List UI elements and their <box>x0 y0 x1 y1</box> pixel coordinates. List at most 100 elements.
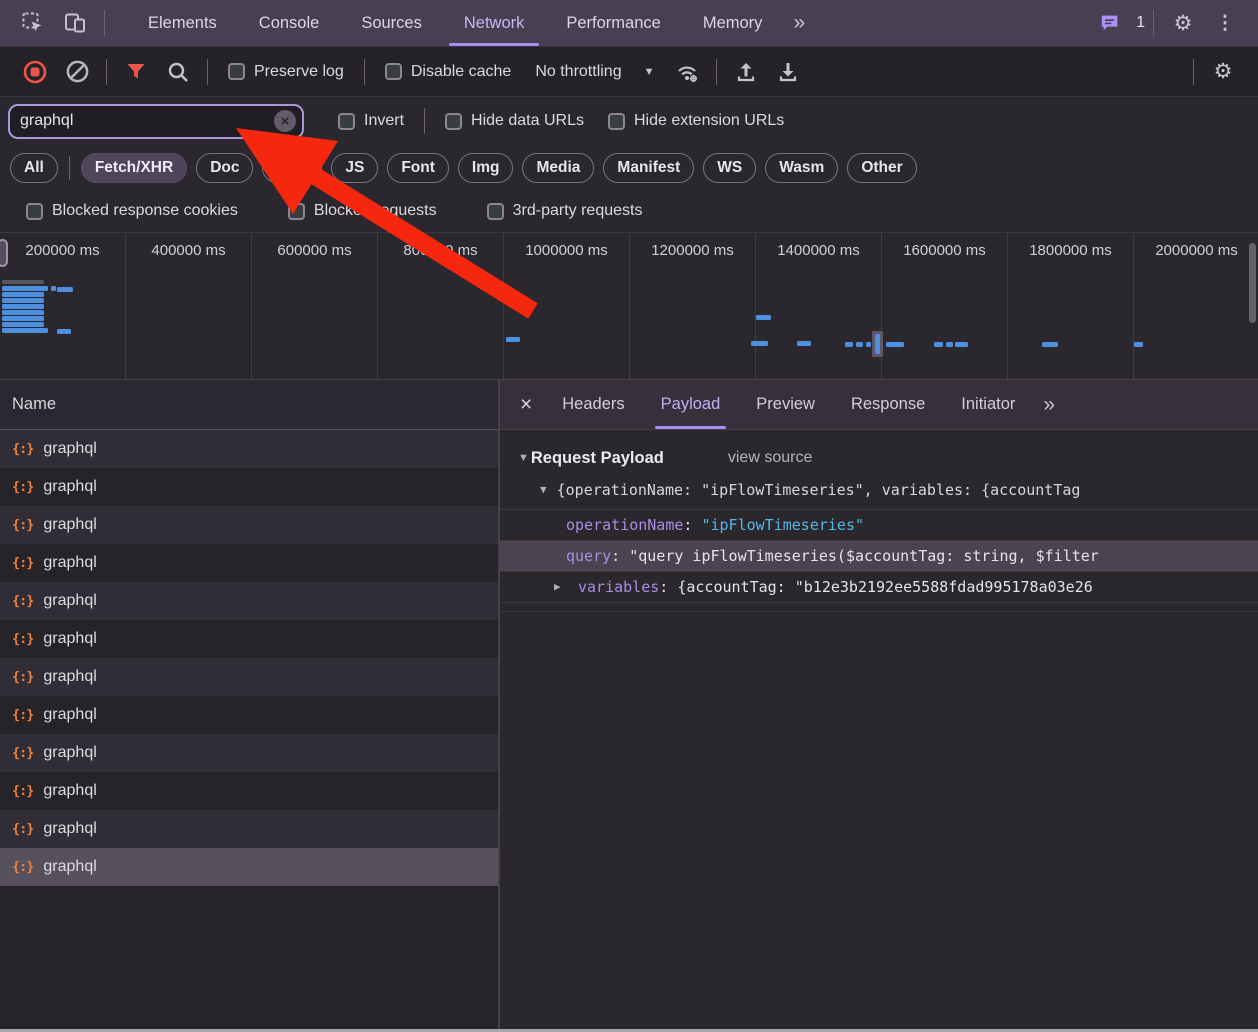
filter-chip-font[interactable]: Font <box>387 153 449 183</box>
timeline-tick-label: 600000 ms <box>252 233 378 379</box>
request-payload-section[interactable]: ▼ Request Payload view source <box>500 443 1258 473</box>
checkbox[interactable] <box>445 113 462 130</box>
disable-cache-checkbox[interactable]: Disable cache <box>385 63 512 81</box>
request-list: {:}graphql{:}graphql{:}graphql{:}graphql… <box>0 430 498 886</box>
detail-tab-response[interactable]: Response <box>833 380 943 429</box>
checkbox[interactable] <box>228 63 245 80</box>
network-conditions-icon[interactable] <box>671 56 703 88</box>
payload-key: query <box>566 547 611 565</box>
timeline-request-bar <box>2 304 44 309</box>
request-row[interactable]: {:}graphql <box>0 848 498 886</box>
tab-console[interactable]: Console <box>238 0 341 46</box>
checkbox[interactable] <box>385 63 402 80</box>
collapse-caret-icon[interactable]: ▼ <box>518 452 529 464</box>
hide-data-urls-checkbox[interactable]: Hide data URLs <box>445 112 584 130</box>
filter-chip-fetch-xhr[interactable]: Fetch/XHR <box>81 153 187 183</box>
tab-elements[interactable]: Elements <box>127 0 238 46</box>
network-settings-gear-icon[interactable]: ⚙ <box>1207 56 1239 88</box>
request-row[interactable]: {:}graphql <box>0 620 498 658</box>
device-toolbar-icon[interactable] <box>60 8 90 38</box>
request-row[interactable]: {:}graphql <box>0 696 498 734</box>
filter-chip-css[interactable]: CSS <box>262 153 322 183</box>
filter-chip-media[interactable]: Media <box>522 153 594 183</box>
timeline-drag-handle[interactable] <box>0 239 8 267</box>
filter-input[interactable] <box>20 112 274 130</box>
filter-chip-manifest[interactable]: Manifest <box>603 153 694 183</box>
record-network-log-icon[interactable] <box>19 56 51 88</box>
detail-tab-headers[interactable]: Headers <box>544 380 642 429</box>
request-name: graphql <box>43 440 96 458</box>
filter-funnel-icon[interactable] <box>120 56 152 88</box>
request-row[interactable]: {:}graphql <box>0 734 498 772</box>
clear-filter-icon[interactable]: × <box>274 110 296 132</box>
request-row[interactable]: {:}graphql <box>0 772 498 810</box>
name-column-header[interactable]: Name <box>0 380 498 430</box>
detail-tab-initiator[interactable]: Initiator <box>943 380 1033 429</box>
blocked-response-cookies-checkbox[interactable]: Blocked response cookies <box>26 202 238 220</box>
disable-cache-label: Disable cache <box>411 63 512 81</box>
request-row[interactable]: {:}graphql <box>0 468 498 506</box>
detail-tab-payload[interactable]: Payload <box>643 380 739 429</box>
payload-row-operationname[interactable]: operationName: "ipFlowTimeseries" <box>500 510 1258 541</box>
checkbox[interactable] <box>338 113 355 130</box>
tab-sources[interactable]: Sources <box>340 0 443 46</box>
checkbox[interactable] <box>608 113 625 130</box>
settings-gear-icon[interactable]: ⚙ <box>1168 8 1198 38</box>
view-source-link[interactable]: view source <box>728 449 812 467</box>
divider <box>716 59 717 85</box>
filter-chip-all[interactable]: All <box>10 153 58 183</box>
divider <box>207 59 208 85</box>
throttling-dropdown[interactable]: No throttling ▼ <box>535 63 654 81</box>
hide-extension-urls-label: Hide extension URLs <box>634 112 784 130</box>
search-icon[interactable] <box>162 56 194 88</box>
detail-tab-preview[interactable]: Preview <box>738 380 833 429</box>
more-options-menu-icon[interactable]: ⋮ <box>1210 8 1240 38</box>
checkbox[interactable] <box>26 203 43 220</box>
issues-message-icon[interactable] <box>1095 8 1125 38</box>
third-party-requests-checkbox[interactable]: 3rd-party requests <box>487 202 643 220</box>
inspect-element-icon[interactable] <box>18 8 48 38</box>
json-braces-icon: {:} <box>12 593 33 609</box>
divider <box>106 59 107 85</box>
export-har-download-icon[interactable] <box>772 56 804 88</box>
filter-chip-other[interactable]: Other <box>847 153 916 183</box>
filter-chip-doc[interactable]: Doc <box>196 153 253 183</box>
expand-caret-icon[interactable]: ▶ <box>554 572 561 602</box>
preserve-log-checkbox[interactable]: Preserve log <box>228 63 344 81</box>
payload-row-query[interactable]: query: "query ipFlowTimeseries($accountT… <box>500 541 1258 572</box>
payload-row-variables[interactable]: ▶variables: {accountTag: "b12e3b2192ee55… <box>500 572 1258 603</box>
request-row[interactable]: {:}graphql <box>0 544 498 582</box>
request-row[interactable]: {:}graphql <box>0 810 498 848</box>
devtools-window: ElementsConsoleSourcesNetworkPerformance… <box>0 0 1258 1032</box>
filter-chip-js[interactable]: JS <box>331 153 378 183</box>
clear-network-log-icon[interactable] <box>61 56 93 88</box>
divider <box>1153 10 1154 36</box>
tab-network[interactable]: Network <box>443 0 546 46</box>
checkbox[interactable] <box>288 203 305 220</box>
detail-more-tabs-icon[interactable]: » <box>1033 393 1064 417</box>
request-name: graphql <box>43 630 96 648</box>
request-row[interactable]: {:}graphql <box>0 582 498 620</box>
filter-chip-img[interactable]: Img <box>458 153 514 183</box>
collapse-caret-icon[interactable]: ▼ <box>540 483 547 496</box>
import-har-upload-icon[interactable] <box>730 56 762 88</box>
request-row[interactable]: {:}graphql <box>0 658 498 696</box>
divider <box>104 10 105 36</box>
request-row[interactable]: {:}graphql <box>0 430 498 468</box>
tab-performance[interactable]: Performance <box>545 0 681 46</box>
more-tabs-icon[interactable]: » <box>783 11 814 35</box>
timeline-scrollbar[interactable] <box>1249 243 1256 323</box>
hide-extension-urls-checkbox[interactable]: Hide extension URLs <box>608 112 784 130</box>
filter-chip-ws[interactable]: WS <box>703 153 756 183</box>
invert-checkbox[interactable]: Invert <box>338 112 404 130</box>
close-detail-icon[interactable]: × <box>508 393 544 417</box>
checkbox[interactable] <box>487 203 504 220</box>
blocked-requests-checkbox[interactable]: Blocked requests <box>288 202 437 220</box>
filter-chip-wasm[interactable]: Wasm <box>765 153 838 183</box>
request-name: graphql <box>43 820 96 838</box>
payload-summary-row[interactable]: ▼ {operationName: "ipFlowTimeseries", va… <box>500 473 1258 506</box>
tab-memory[interactable]: Memory <box>682 0 784 46</box>
network-overview-timeline[interactable]: 200000 ms400000 ms600000 ms800000 ms1000… <box>0 232 1258 380</box>
request-row[interactable]: {:}graphql <box>0 506 498 544</box>
timeline-request-bar <box>845 342 853 347</box>
